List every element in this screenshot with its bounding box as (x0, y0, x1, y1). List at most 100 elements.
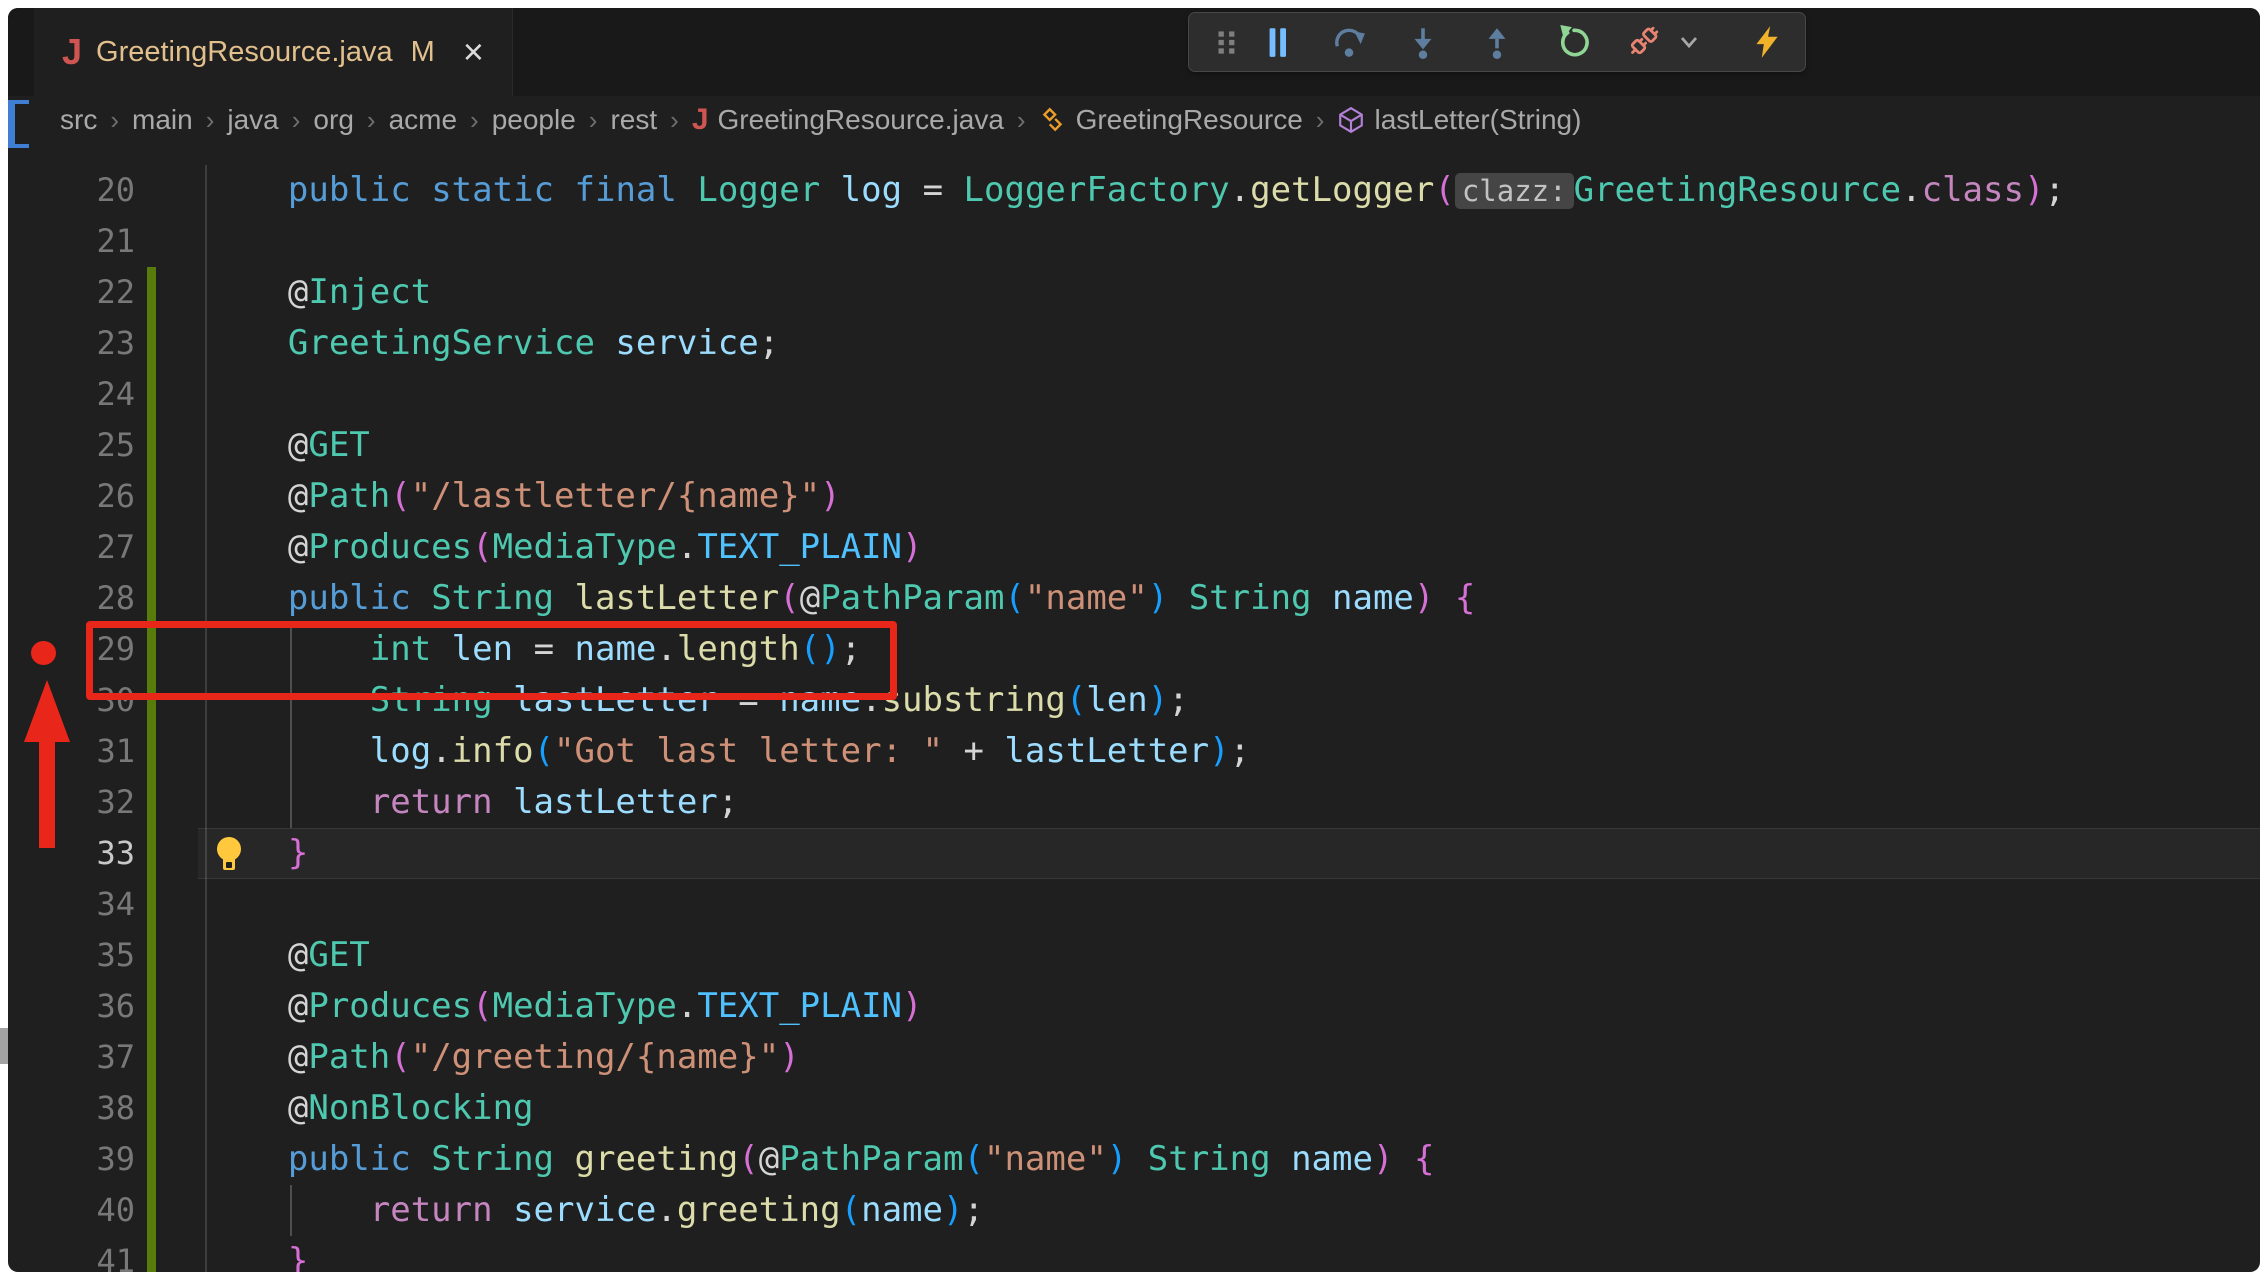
step-over-icon (1331, 24, 1367, 60)
breadcrumb-separator: › (470, 105, 479, 136)
pause-button[interactable] (1259, 24, 1295, 60)
code-line-36[interactable]: 36 @Produces(MediaType.TEXT_PLAIN) (8, 981, 2260, 1032)
line-number[interactable]: 25 (88, 420, 135, 471)
close-tab-icon[interactable]: × (463, 34, 484, 70)
code-line-37[interactable]: 37 @Path("/greeting/{name}") (8, 1032, 2260, 1083)
hot-reload-button[interactable] (1749, 24, 1785, 60)
breadcrumb-separator: › (292, 105, 301, 136)
code-line-22[interactable]: 22 @Inject (8, 267, 2260, 318)
line-number[interactable]: 24 (88, 369, 135, 420)
code-line-39[interactable]: 39 public String greeting(@PathParam("na… (8, 1134, 2260, 1185)
method-symbol-icon (1337, 106, 1365, 134)
code-line-28[interactable]: 28 public String lastLetter(@PathParam("… (8, 573, 2260, 624)
code-line-32[interactable]: 32 return lastLetter; (8, 777, 2260, 828)
line-number[interactable]: 39 (88, 1134, 135, 1185)
breakpoint-dot[interactable] (31, 641, 56, 665)
breadcrumb-item-people[interactable]: people (492, 104, 576, 136)
code-line-31[interactable]: 31 log.info("Got last letter: " + lastLe… (8, 726, 2260, 777)
line-number[interactable]: 37 (88, 1032, 135, 1083)
step-into-button[interactable] (1405, 24, 1441, 60)
modified-badge: M (411, 36, 435, 69)
step-over-button[interactable] (1331, 24, 1367, 60)
disconnect-options-button[interactable] (1675, 24, 1703, 60)
line-number[interactable]: 26 (88, 471, 135, 522)
disconnect-button[interactable] (1625, 24, 1661, 60)
step-out-icon (1479, 24, 1515, 60)
line-number[interactable]: 33 (88, 828, 135, 879)
breadcrumb-item-acme[interactable]: acme (389, 104, 457, 136)
breadcrumb-item-rest[interactable]: rest (610, 104, 657, 136)
breadcrumb-item-main[interactable]: main (132, 104, 193, 136)
code-text: @Produces(MediaType.TEXT_PLAIN) (206, 522, 923, 573)
code-text: GreetingService service; (206, 318, 779, 369)
disconnect-plug-icon (1625, 24, 1661, 60)
breadcrumb-separator: › (1316, 105, 1325, 136)
code-editor: 20 public static final Logger log = Logg… (8, 144, 2260, 1272)
line-number[interactable]: 38 (88, 1083, 135, 1134)
line-number[interactable]: 22 (88, 267, 135, 318)
step-out-button[interactable] (1479, 24, 1515, 60)
inlay-hint: clazz: (1455, 173, 1574, 209)
breadcrumb-separator: › (110, 105, 119, 136)
line-number[interactable]: 31 (88, 726, 135, 777)
git-modified-gutter-bar (147, 318, 156, 369)
git-modified-gutter-bar (147, 1236, 156, 1272)
git-modified-gutter-bar (147, 267, 156, 318)
line-number[interactable]: 41 (88, 1236, 135, 1272)
breadcrumb-item-lastletter-string-[interactable]: lastLetter(String) (1337, 104, 1581, 136)
toolbar-drag-handle[interactable] (1209, 24, 1245, 60)
line-number[interactable]: 23 (88, 318, 135, 369)
code-line-33[interactable]: 33 } (8, 828, 2260, 879)
line-number[interactable]: 20 (88, 165, 135, 216)
line-number[interactable]: 27 (88, 522, 135, 573)
code-text: @Inject (206, 267, 431, 318)
breadcrumb-item-src[interactable]: src (60, 104, 97, 136)
breadcrumb-item-org[interactable]: org (313, 104, 353, 136)
lightning-bolt-icon (1749, 24, 1785, 60)
breadcrumb-label: java (227, 104, 278, 136)
line-number[interactable]: 32 (88, 777, 135, 828)
git-modified-gutter-bar (147, 930, 156, 981)
code-action-lightbulb-icon[interactable] (212, 836, 246, 874)
code-line-20[interactable]: 20 public static final Logger log = Logg… (8, 165, 2260, 216)
breadcrumb-label: lastLetter(String) (1374, 104, 1581, 136)
breadcrumb-label: rest (610, 104, 657, 136)
code-line-25[interactable]: 25 @GET (8, 420, 2260, 471)
code-text: @Path("/lastletter/{name}") (206, 471, 841, 522)
code-line-21[interactable]: 21 (8, 216, 2260, 267)
line-number[interactable]: 21 (88, 216, 135, 267)
code-text: log.info("Got last letter: " + lastLette… (206, 726, 1250, 777)
breadcrumb-label: src (60, 104, 97, 136)
code-line-26[interactable]: 26 @Path("/lastletter/{name}") (8, 471, 2260, 522)
tab-greetingresource-java[interactable]: J GreetingResource.java M × (34, 8, 513, 96)
breadcrumb-item-greetingresource[interactable]: GreetingResource (1039, 104, 1303, 136)
breadcrumb-separator: › (589, 105, 598, 136)
vscode-window: J GreetingResource.java M × (8, 8, 2260, 1272)
left-edge-blue-fragment (8, 100, 29, 148)
line-number[interactable]: 28 (88, 573, 135, 624)
code-line-23[interactable]: 23 GreetingService service; (8, 318, 2260, 369)
screenshot-frame: J GreetingResource.java M × (0, 0, 2268, 1280)
code-line-41[interactable]: 41 } (8, 1236, 2260, 1272)
breadcrumb: src›main›java›org›acme›people›rest›JGree… (8, 96, 2260, 144)
restart-icon (1555, 24, 1591, 60)
line-number[interactable]: 36 (88, 981, 135, 1032)
breadcrumb-label: acme (389, 104, 457, 136)
code-line-34[interactable]: 34 (8, 879, 2260, 930)
tab-bar: J GreetingResource.java M × (8, 8, 2260, 96)
line-number[interactable]: 35 (88, 930, 135, 981)
line-number[interactable]: 40 (88, 1185, 135, 1236)
breadcrumb-item-greetingresource-java[interactable]: JGreetingResource.java (692, 103, 1004, 137)
code-line-24[interactable]: 24 (8, 369, 2260, 420)
git-modified-gutter-bar (147, 1185, 156, 1236)
code-line-38[interactable]: 38 @NonBlocking (8, 1083, 2260, 1134)
breadcrumb-item-java[interactable]: java (227, 104, 278, 136)
line-number[interactable]: 34 (88, 879, 135, 930)
code-line-40[interactable]: 40 return service.greeting(name); (8, 1185, 2260, 1236)
breadcrumb-label: main (132, 104, 193, 136)
git-modified-gutter-bar (147, 369, 156, 420)
breadcrumb-separator: › (1017, 105, 1026, 136)
code-line-35[interactable]: 35 @GET (8, 930, 2260, 981)
code-line-27[interactable]: 27 @Produces(MediaType.TEXT_PLAIN) (8, 522, 2260, 573)
restart-button[interactable] (1555, 24, 1591, 60)
